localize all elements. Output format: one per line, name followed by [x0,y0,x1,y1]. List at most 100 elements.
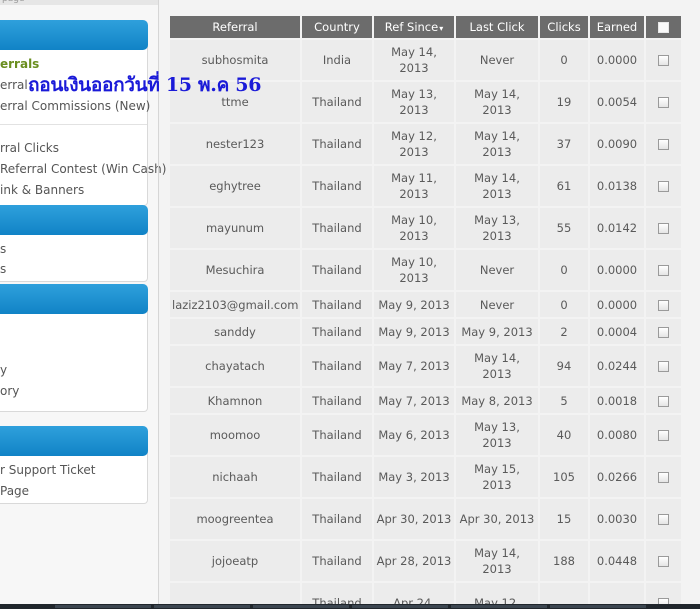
cell-ref-since: May 9, 2013 [374,292,454,317]
cell-last-click: May 14, 2013 [456,82,538,122]
column-header-country[interactable]: Country [302,16,372,38]
support-panel-header[interactable] [0,426,148,456]
cell-country: Thailand [302,541,372,581]
taskbar-item[interactable] [352,605,448,608]
row-checkbox[interactable] [658,97,669,108]
cell-referral[interactable]: eghytree [170,166,300,206]
cell-earned: 0.0018 [590,388,644,413]
row-checkbox[interactable] [658,139,669,150]
nav-section3-item-2[interactable]: ory [0,384,19,398]
cell-earned: 0.0090 [590,124,644,164]
nav-link-banners[interactable]: ink & Banners [0,183,84,197]
referrals-table: Referral Country Ref Since▾ Last Click C… [168,14,683,609]
table-row: Khamnon Thailand May 7, 2013 May 8, 2013… [170,388,681,413]
cell-ref-since: Apr 28, 2013 [374,541,454,581]
section3-panel-header[interactable] [0,284,148,314]
cell-referral[interactable]: mayunum [170,208,300,248]
column-header-referral[interactable]: Referral [170,16,300,38]
nav-referral-contest[interactable]: Referral Contest (Win Cash) [0,162,166,176]
cell-earned: 0.0266 [590,457,644,497]
table-row: moomoo Thailand May 6, 2013 May 13, 2013… [170,415,681,455]
cell-clicks: 19 [540,82,588,122]
column-header-ref-since[interactable]: Ref Since▾ [374,16,454,38]
table-row: chayatach Thailand May 7, 2013 May 14, 2… [170,346,681,386]
column-header-clicks[interactable]: Clicks [540,16,588,38]
table-row: Mesuchira Thailand May 10, 2013 Never 0 … [170,250,681,290]
cell-select [646,166,681,206]
cell-referral[interactable]: nichaah [170,457,300,497]
cell-country: Thailand [302,388,372,413]
cell-earned: 0.0004 [590,319,644,344]
nav-section2-item-1[interactable]: s [0,242,6,256]
taskbar-item[interactable] [55,605,151,608]
cell-country: Thailand [302,415,372,455]
cell-clicks: 61 [540,166,588,206]
row-checkbox[interactable] [658,395,669,407]
cell-earned: 0.0142 [590,208,644,248]
nav-referral[interactable]: erral [0,78,28,92]
taskbar-item[interactable] [451,605,547,608]
row-checkbox[interactable] [658,55,669,66]
cell-last-click: Apr 30, 2013 [456,499,538,539]
cell-clicks: 0 [540,292,588,317]
cell-last-click: Never [456,250,538,290]
row-checkbox[interactable] [658,223,669,234]
select-all-checkbox[interactable] [658,22,669,33]
cell-ref-since: May 13, 2013 [374,82,454,122]
nav-page[interactable]: Page [0,484,29,498]
ref-since-label: Ref Since [384,20,439,34]
row-checkbox[interactable] [658,181,669,192]
cell-referral[interactable]: sanddy [170,319,300,344]
row-checkbox[interactable] [658,430,669,441]
cell-clicks: 55 [540,208,588,248]
nav-section3-item-1[interactable]: y [0,363,7,377]
cell-referral[interactable]: moomoo [170,415,300,455]
nav-section2-item-2[interactable]: s [0,262,6,276]
nav-support-ticket[interactable]: r Support Ticket [0,463,96,477]
row-checkbox[interactable] [658,265,669,276]
column-header-earned[interactable]: Earned [590,16,644,38]
cell-select [646,250,681,290]
cell-referral[interactable]: moogreentea [170,499,300,539]
cell-referral[interactable]: Khamnon [170,388,300,413]
taskbar-item[interactable] [253,605,349,608]
table-row: jojoeatp Thailand Apr 28, 2013 May 14, 2… [170,541,681,581]
cell-referral[interactable]: jojoeatp [170,541,300,581]
row-checkbox[interactable] [658,556,669,567]
nav-referral-clicks[interactable]: rral Clicks [0,141,59,155]
column-header-last-click[interactable]: Last Click [456,16,538,38]
cell-referral[interactable]: Mesuchira [170,250,300,290]
cell-last-click: May 14, 2013 [456,124,538,164]
row-checkbox[interactable] [658,326,669,338]
cell-select [646,415,681,455]
nav-referral-commissions[interactable]: erral Commissions (New) [0,99,150,113]
row-checkbox[interactable] [658,472,669,483]
cell-earned: 0.0244 [590,346,644,386]
cell-earned: 0.0030 [590,499,644,539]
row-checkbox[interactable] [658,361,669,372]
table-row: eghytree Thailand May 11, 2013 May 14, 2… [170,166,681,206]
taskbar-item[interactable] [550,605,646,608]
table-row: sanddy Thailand May 9, 2013 May 9, 2013 … [170,319,681,344]
cell-clicks: 2 [540,319,588,344]
cell-referral[interactable]: chayatach [170,346,300,386]
cell-country: Thailand [302,499,372,539]
cell-clicks: 5 [540,388,588,413]
cell-referral[interactable]: nester123 [170,124,300,164]
cell-ref-since: May 12, 2013 [374,124,454,164]
nav-referrals[interactable]: errals [0,57,39,71]
taskbar-item[interactable] [154,605,250,608]
cell-earned: 0.0054 [590,82,644,122]
cell-select [646,388,681,413]
referrals-panel-header[interactable] [0,20,148,50]
row-checkbox[interactable] [658,299,669,311]
section2-panel-header[interactable] [0,205,148,235]
cell-last-click: Never [456,40,538,80]
cell-country: Thailand [302,457,372,497]
cell-referral[interactable]: laziz2103@gmail.com [170,292,300,317]
table-header-row: Referral Country Ref Since▾ Last Click C… [170,16,681,38]
row-checkbox[interactable] [658,514,669,525]
cell-select [646,319,681,344]
cell-last-click: May 14, 2013 [456,346,538,386]
cell-ref-since: May 14, 2013 [374,40,454,80]
